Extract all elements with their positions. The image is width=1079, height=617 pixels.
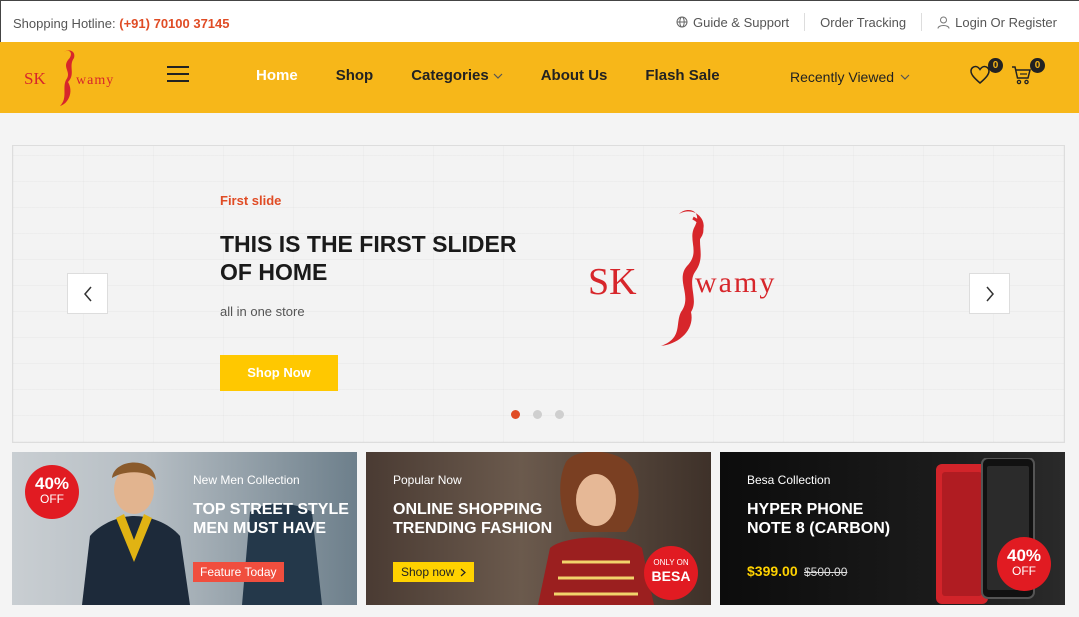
banner-title-line2: TRENDING FASHION [393, 520, 553, 537]
chevron-right-icon [985, 286, 994, 301]
hero-slider: First slide THIS IS THE FIRST SLIDER OF … [12, 145, 1065, 443]
besa-label: BESA [651, 568, 691, 584]
nav-about-us[interactable]: About Us [541, 67, 608, 84]
main-header: SK wamy Home Shop Categories About Us Fl… [0, 42, 1079, 113]
slide-brand-logo: SK wamy [583, 204, 808, 354]
cart-button[interactable]: 0 [1011, 58, 1045, 88]
wishlist-button[interactable]: 0 [969, 58, 1003, 88]
nav-flash-sale-label: Flash Sale [645, 67, 720, 84]
chevron-right-icon [460, 568, 467, 576]
slider-pagination [511, 410, 564, 419]
order-tracking-link[interactable]: Order Tracking [805, 13, 923, 31]
shop-now-label: Shop now [401, 565, 455, 579]
top-bar: Shopping Hotline: (+91) 70100 37145 Guid… [0, 0, 1079, 42]
promo-banner-men[interactable]: 40% OFF New Men Collection TOP STREET ST… [12, 452, 357, 605]
banner-men-figure [82, 462, 190, 605]
nav-categories[interactable]: Categories [411, 67, 503, 84]
login-register-link[interactable]: Login Or Register [922, 13, 1057, 31]
feature-today-tag[interactable]: Feature Today [193, 562, 284, 582]
banner-old-price: $500.00 [804, 565, 848, 579]
nav-home-label: Home [256, 67, 298, 84]
hotline-label: Shopping Hotline: [13, 16, 116, 31]
user-icon [937, 16, 950, 29]
hotline-number[interactable]: (+91) 70100 37145 [119, 16, 229, 31]
slide-logo-text-left: SK [588, 261, 637, 303]
banner-subtitle: Popular Now [393, 473, 462, 487]
banner-title-line2: MEN MUST HAVE [193, 520, 327, 537]
promo-banner-fashion[interactable]: Popular Now ONLINE SHOPPING TRENDING FAS… [366, 452, 711, 605]
top-links: Guide & Support Order Tracking Login Or … [661, 13, 1057, 31]
banner-title: TOP STREET STYLE MEN MUST HAVE [193, 500, 349, 538]
slider-dot-1[interactable] [511, 410, 520, 419]
discount-badge: 40% OFF [997, 537, 1051, 591]
only-on-label: ONLY ON [653, 558, 689, 567]
slide-subtitle: First slide [220, 193, 282, 208]
banner-title-line1: ONLINE SHOPPING [393, 501, 543, 518]
chevron-down-icon [493, 73, 503, 79]
banner-subtitle: New Men Collection [193, 473, 300, 487]
slider-dot-3[interactable] [555, 410, 564, 419]
nav-shop[interactable]: Shop [336, 67, 374, 84]
slide-title: THIS IS THE FIRST SLIDER OF HOME [220, 231, 517, 285]
logo-text-left: SK [24, 69, 46, 88]
banner-subtitle: Besa Collection [747, 473, 831, 487]
discount-percent: 40% [34, 474, 70, 493]
nav-categories-label: Categories [411, 67, 489, 84]
shop-now-button[interactable]: Shop Now [220, 355, 338, 391]
login-register-label: Login Or Register [955, 14, 1057, 30]
banner-title-line1: HYPER PHONE [747, 501, 864, 518]
wishlist-count-badge: 0 [988, 58, 1003, 73]
banner-men-figure-2 [242, 503, 322, 605]
recently-viewed-label: Recently Viewed [790, 69, 895, 85]
slide-logo-text-right: wamy [695, 266, 776, 299]
discount-percent: 40% [1006, 546, 1042, 565]
promo-banner-phone[interactable]: Besa Collection HYPER PHONE NOTE 8 (CARB… [720, 452, 1065, 605]
nav-about-label: About Us [540, 67, 608, 84]
banner-price: $399.00 [747, 563, 798, 579]
logo-text-right: wamy [76, 73, 114, 88]
site-logo[interactable]: SK wamy [24, 44, 116, 110]
slider-dot-2[interactable] [533, 410, 542, 419]
discount-off: OFF [40, 492, 64, 506]
banner-title: ONLINE SHOPPING TRENDING FASHION [393, 500, 552, 538]
order-tracking-label: Order Tracking [820, 14, 907, 30]
menu-toggle-button[interactable] [167, 66, 189, 84]
recently-viewed-dropdown[interactable]: Recently Viewed [790, 69, 910, 85]
globe-icon [676, 16, 688, 28]
cart-count-badge: 0 [1030, 58, 1045, 73]
discount-badge: 40% OFF [25, 465, 79, 519]
discount-off: OFF [1012, 564, 1036, 578]
chevron-left-icon [83, 286, 92, 301]
banner-title-line1: TOP STREET STYLE [193, 501, 349, 518]
chevron-down-icon [900, 74, 910, 80]
guide-support-label: Guide & Support [693, 14, 790, 30]
slide-description: all in one store [220, 304, 305, 319]
banner-title-line2: NOTE 8 (CARBON) [747, 520, 891, 537]
shop-now-small-button[interactable]: Shop now [393, 562, 475, 582]
nav-shop-label: Shop [335, 67, 374, 84]
shopping-hotline: Shopping Hotline: (+91) 70100 37145 [13, 16, 230, 31]
slider-next-button[interactable] [969, 273, 1010, 314]
nav-flash-sale[interactable]: Flash Sale [645, 67, 719, 84]
banner-title: HYPER PHONE NOTE 8 (CARBON) [747, 500, 890, 538]
only-on-besa-badge: ONLY ON BESA [644, 546, 698, 600]
main-nav: Home Shop Categories About Us Flash Sale [256, 67, 758, 84]
guide-support-link[interactable]: Guide & Support [661, 13, 806, 31]
slider-prev-button[interactable] [67, 273, 108, 314]
nav-home[interactable]: Home [256, 67, 298, 84]
